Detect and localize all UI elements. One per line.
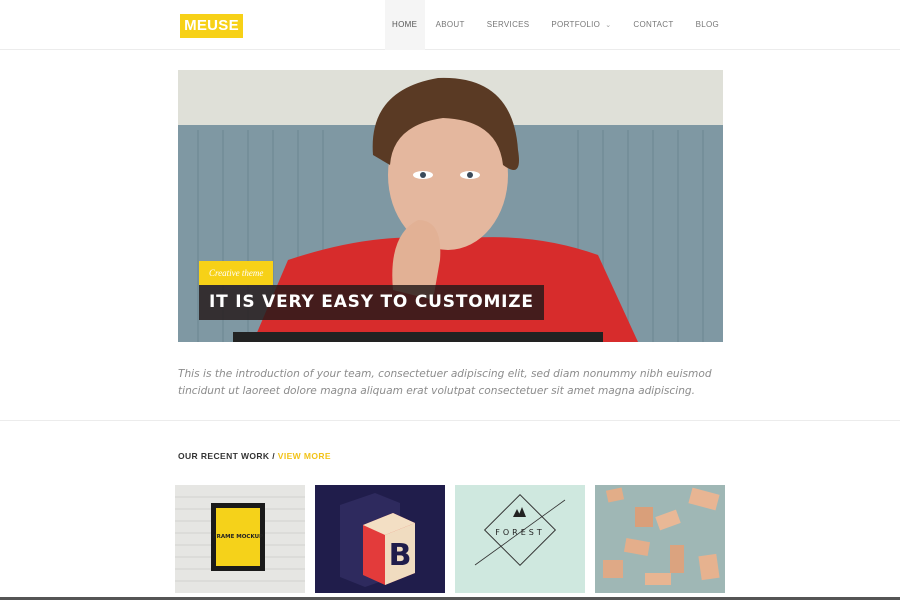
- portfolio-item-letter-b[interactable]: B: [315, 485, 445, 593]
- recent-work-title: OUR RECENT WORK /: [178, 451, 275, 461]
- wooden-blocks-image: [595, 485, 725, 593]
- hero-slide[interactable]: Creative theme IT IS VERY EASY TO CUSTOM…: [178, 70, 723, 342]
- hero-title: IT IS VERY EASY TO CUSTOMIZE: [199, 285, 544, 320]
- nav-item-home[interactable]: HOME: [384, 0, 425, 50]
- intro-text: This is the introduction of your team, c…: [178, 368, 712, 397]
- nav-item-blog[interactable]: BLOG: [685, 0, 730, 50]
- nav-item-contact[interactable]: CONTACT: [622, 0, 684, 50]
- recent-work-heading: OUR RECENT WORK / VIEW MORE: [178, 451, 331, 461]
- hero-tag: Creative theme: [199, 261, 274, 285]
- nav-item-portfolio-label: PORTFOLIO: [551, 20, 601, 29]
- portfolio-item-forest[interactable]: FOREST: [455, 485, 585, 593]
- forest-badge-image: FOREST: [455, 485, 585, 593]
- svg-text:B: B: [389, 538, 412, 573]
- letter-b-image: B: [315, 485, 445, 593]
- chevron-down-icon: ⌄: [605, 22, 612, 29]
- main-nav: HOME ABOUT SERVICES PORTFOLIO ⌄ CONTACT B…: [384, 0, 730, 50]
- site-logo[interactable]: MEUSE: [180, 14, 243, 38]
- section-divider: [0, 420, 900, 421]
- portfolio-item-wooden-blocks[interactable]: [595, 485, 725, 593]
- frame-mockup-image: FRAME MOCKUP: [175, 485, 305, 593]
- nav-item-portfolio[interactable]: PORTFOLIO ⌄: [540, 0, 622, 50]
- view-more-link[interactable]: VIEW MORE: [278, 451, 331, 461]
- nav-item-services[interactable]: SERVICES: [476, 0, 541, 50]
- frame-mockup-caption: FRAME MOCKUP: [213, 534, 263, 540]
- portfolio-item-frame-mockup[interactable]: FRAME MOCKUP: [175, 485, 305, 593]
- nav-item-about[interactable]: ABOUT: [425, 0, 476, 50]
- site-header: MEUSE HOME ABOUT SERVICES PORTFOLIO ⌄ CON…: [0, 0, 900, 50]
